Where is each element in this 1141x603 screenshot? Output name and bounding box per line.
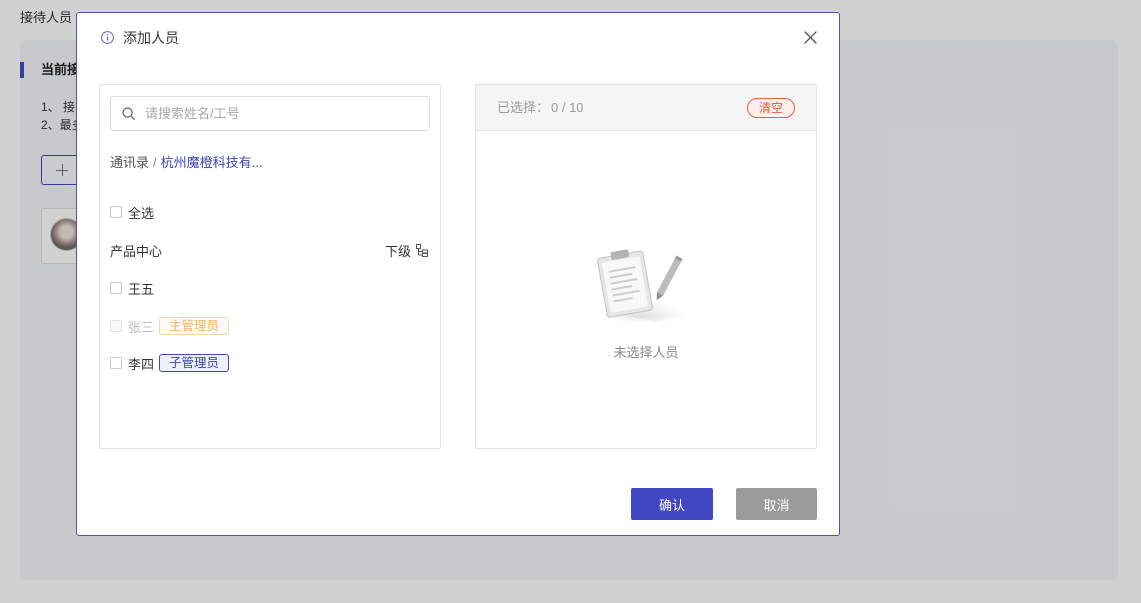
close-icon[interactable] <box>804 31 817 44</box>
selected-panel: 已选择： 0 / 10 清空 未选择人员 <box>475 84 817 449</box>
select-all-row[interactable]: 全选 <box>110 200 430 224</box>
directory-panel: 通讯录 /杭州魔橙科技有... 全选 产品中心 下级 王五 <box>99 84 441 449</box>
sub-level-label: 下级 <box>384 243 411 259</box>
member-name: 张三 <box>128 319 155 335</box>
sub-level-link[interactable]: 下级 <box>385 241 428 260</box>
org-tree-icon <box>416 243 428 257</box>
breadcrumb: 通讯录 / 杭州魔橙科技有... <box>110 154 262 172</box>
dialog-title: 添加人员 <box>123 30 179 46</box>
breadcrumb-current: 杭州魔橙科技有... <box>160 155 263 170</box>
pencil-icon <box>656 255 683 301</box>
select-all-label: 全选 <box>128 205 155 221</box>
empty-state-text: 未选择人员 <box>613 345 679 360</box>
search-icon <box>122 107 135 120</box>
selected-label: 已选择： <box>497 100 550 115</box>
breadcrumb-root[interactable]: 通讯录 <box>110 155 149 170</box>
empty-clipboard-icon <box>596 249 698 324</box>
member-checkbox[interactable] <box>110 357 122 369</box>
member-name: 王五 <box>128 281 155 297</box>
member-checkbox <box>110 320 122 332</box>
department-row: 产品中心 下级 <box>110 238 430 262</box>
search-box <box>110 96 430 131</box>
primary-admin-tag: 主管理员 <box>159 317 230 335</box>
cancel-button[interactable]: 取消 <box>736 488 817 520</box>
sub-admin-tag: 子管理员 <box>159 354 230 372</box>
select-all-checkbox[interactable] <box>110 206 122 218</box>
selected-summary: 已选择： 0 / 10 <box>497 85 584 131</box>
member-row[interactable]: 李四 子管理员 <box>110 351 430 375</box>
selected-header: 已选择： 0 / 10 清空 <box>476 85 816 131</box>
info-icon <box>101 31 114 44</box>
member-name: 李四 <box>128 356 155 372</box>
member-row: 张三 主管理员 <box>110 314 430 338</box>
department-name: 产品中心 <box>110 243 163 259</box>
member-row[interactable]: 王五 <box>110 276 430 300</box>
confirm-button[interactable]: 确认 <box>631 488 713 520</box>
add-member-dialog: 添加人员 通讯录 /杭州魔橙科技有... 全选 产品中心 下级 <box>76 12 840 536</box>
breadcrumb-separator: / <box>153 155 157 170</box>
clear-button[interactable]: 清空 <box>747 98 795 118</box>
member-checkbox[interactable] <box>110 282 122 294</box>
selected-count: 0 / 10 <box>551 100 584 115</box>
search-input[interactable] <box>110 96 430 131</box>
